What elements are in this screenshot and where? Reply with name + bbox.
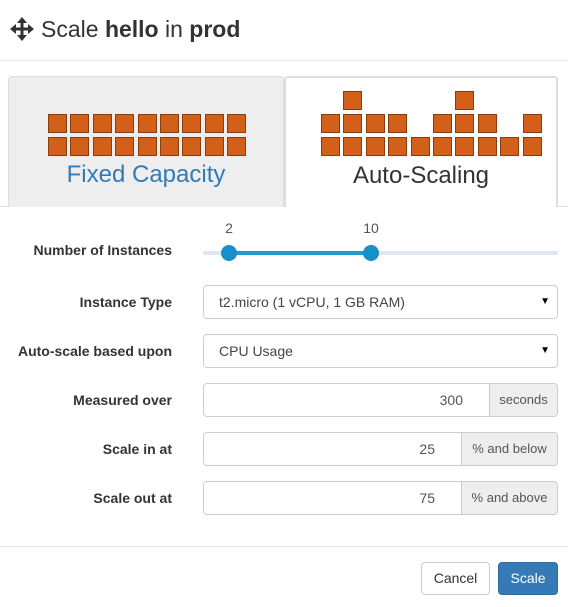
autoscale-basis-value: CPU Usage — [219, 343, 293, 359]
instance-type-label: Instance Type — [79, 294, 172, 310]
capacity-block — [388, 137, 408, 156]
environment-name: prod — [189, 16, 241, 42]
capacity-block — [204, 114, 224, 133]
capacity-block — [388, 114, 408, 133]
title-prefix: Scale — [41, 16, 99, 42]
capacity-block — [115, 114, 135, 133]
capacity-block — [477, 114, 497, 133]
capacity-block — [343, 91, 363, 110]
capacity-block — [137, 114, 157, 133]
capacity-block — [321, 114, 340, 133]
tab-auto-scaling-label: Auto-Scaling — [352, 162, 490, 189]
capacity-block — [70, 137, 90, 156]
slider-max-value: 10 — [363, 220, 379, 236]
capacity-block — [365, 137, 385, 156]
autoscale-basis-select[interactable]: CPU Usage ▼ — [203, 334, 558, 368]
scale-in-label: Scale in at — [102, 441, 172, 457]
capacity-block — [343, 114, 363, 133]
capacity-block — [522, 137, 542, 156]
cancel-button[interactable]: Cancel — [421, 562, 490, 595]
capacity-block — [227, 114, 247, 133]
modal-title: Scale hello in prod — [41, 14, 240, 44]
measured-over-input[interactable]: 300 — [203, 383, 490, 417]
capacity-block — [182, 137, 202, 156]
tabs-divider — [0, 206, 8, 207]
capacity-block — [343, 137, 363, 156]
capacity-block — [433, 137, 452, 156]
modal-header: Scale hello in prod — [0, 0, 568, 61]
capacity-block — [321, 137, 340, 156]
slider-max-handle[interactable] — [363, 245, 379, 261]
scale-button[interactable]: Scale — [498, 562, 558, 595]
capacity-block — [48, 114, 67, 133]
autoscale-basis-label: Auto-scale based upon — [17, 343, 172, 359]
capacity-block — [455, 114, 475, 133]
tab-fixed-capacity[interactable]: Fixed Capacity — [8, 76, 284, 207]
capacity-block — [455, 91, 475, 110]
instance-type-select[interactable]: t2.micro (1 vCPU, 1 GB RAM) ▼ — [203, 285, 558, 319]
capacity-block — [92, 114, 112, 133]
instance-type-value: t2.micro (1 vCPU, 1 GB RAM) — [219, 294, 405, 310]
capacity-block — [477, 137, 497, 156]
scale-out-label: Scale out at — [93, 490, 172, 506]
capacity-block — [92, 137, 112, 156]
capacity-block — [137, 137, 157, 156]
move-icon — [10, 17, 34, 41]
caret-down-icon: ▼ — [540, 345, 550, 356]
capacity-block — [48, 137, 67, 156]
measured-over-unit: seconds — [490, 383, 558, 417]
instances-slider-range — [229, 251, 371, 255]
app-name: hello — [104, 16, 159, 42]
slider-min-value: 2 — [225, 220, 233, 236]
scale-out-input[interactable]: 75 — [203, 481, 462, 515]
capacity-block — [115, 137, 135, 156]
capacity-block — [160, 114, 179, 133]
slider-min-handle[interactable] — [221, 245, 237, 261]
capacity-block — [227, 137, 247, 156]
capacity-block — [182, 114, 202, 133]
tab-fixed-capacity-label: Fixed Capacity — [66, 161, 226, 188]
capacity-block — [160, 137, 179, 156]
title-middle: in — [165, 16, 183, 42]
scale-in-input[interactable]: 25 — [203, 432, 462, 466]
capacity-block — [455, 137, 475, 156]
capacity-block — [70, 114, 90, 133]
capacity-block — [522, 114, 542, 133]
measured-over-label: Measured over — [73, 392, 172, 408]
caret-down-icon: ▼ — [540, 296, 550, 307]
scale-out-unit: % and above — [462, 481, 558, 515]
capacity-block — [500, 137, 520, 156]
capacity-block — [410, 137, 430, 156]
capacity-block — [433, 114, 452, 133]
capacity-block — [365, 114, 385, 133]
instances-label: Number of Instances — [33, 242, 172, 258]
capacity-block — [204, 137, 224, 156]
tabs-divider — [558, 206, 568, 207]
scale-in-unit: % and below — [462, 432, 558, 466]
tab-auto-scaling[interactable]: Auto-Scaling — [284, 76, 558, 207]
